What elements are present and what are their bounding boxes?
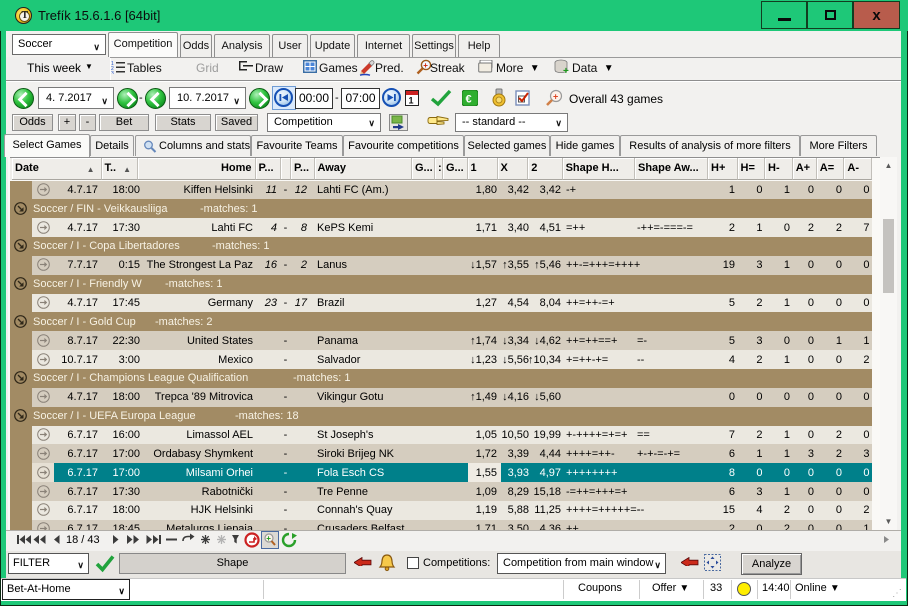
svg-text:+: +	[266, 534, 271, 543]
